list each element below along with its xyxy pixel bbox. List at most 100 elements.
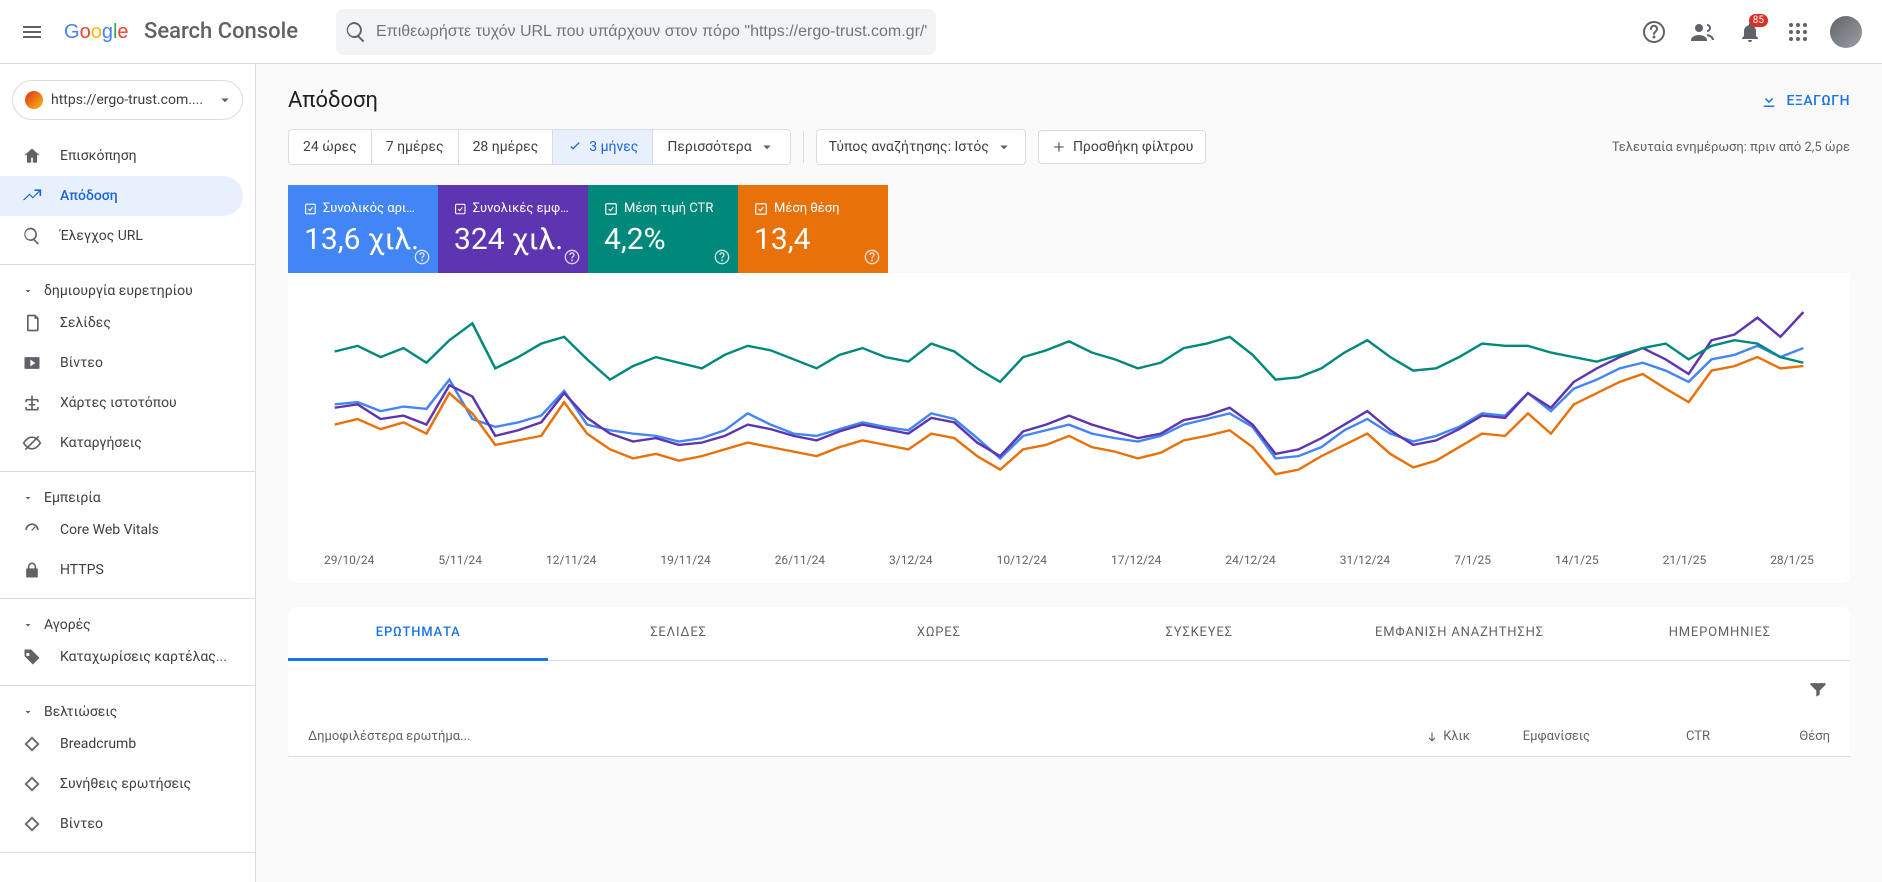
table-tab-1[interactable]: ΣΕΛΙΔΕΣ: [548, 607, 808, 660]
sidebar: https://ergo-trust.com.... Επισκόπηση Από…: [0, 64, 256, 882]
x-axis-label: 14/1/25: [1555, 553, 1599, 567]
apps-button[interactable]: [1778, 12, 1818, 52]
sidebar-item-exp-1[interactable]: HTTPS: [0, 550, 243, 590]
x-axis-label: 26/11/24: [775, 553, 825, 567]
sidebar-item-index-1[interactable]: Βίντεο: [0, 343, 243, 383]
table-tab-3[interactable]: ΣΥΣΚΕΥΕΣ: [1069, 607, 1329, 660]
x-axis-label: 24/12/24: [1225, 553, 1275, 567]
search-type-chip[interactable]: Τύπος αναζήτησης: Ιστός: [816, 129, 1026, 165]
sidebar-item-label: Core Web Vitals: [60, 522, 159, 538]
caret-down-icon: [995, 138, 1013, 156]
checkbox-checked-icon: [604, 202, 618, 216]
nav-section-indexing[interactable]: δημιουργία ευρετηρίου: [0, 273, 255, 303]
table-tabs: ΕΡΩΤΗΜΑΤΑΣΕΛΙΔΕΣΧΩΡΕΣΣΥΣΚΕΥΕΣΕΜΦΑΝΙΣΗ ΑΝ…: [288, 607, 1850, 661]
kpi-card-3[interactable]: Μέση θέση13,4: [738, 185, 888, 273]
date-range-0[interactable]: 24 ώρες: [289, 130, 372, 164]
sitemap-icon: [22, 393, 42, 413]
add-filter-button[interactable]: Προσθήκη φίλτρου: [1038, 130, 1206, 164]
notifications-button[interactable]: 85: [1730, 12, 1770, 52]
sidebar-item-enh-1[interactable]: Συνήθεις ερωτήσεις: [0, 764, 243, 804]
lock-icon: [22, 560, 42, 580]
kpi-card-1[interactable]: Συνολικές εμφαν...324 χιλ.: [438, 185, 588, 273]
table-filter-button[interactable]: [1798, 669, 1838, 709]
diamond-icon: [22, 814, 42, 834]
checkbox-checked-icon: [304, 202, 317, 216]
table-tab-2[interactable]: ΧΩΡΕΣ: [809, 607, 1069, 660]
users-button[interactable]: [1682, 12, 1722, 52]
check-icon: [567, 139, 583, 155]
caret-down-icon: [22, 619, 34, 631]
checkbox-checked-icon: [454, 202, 467, 216]
help-button[interactable]: [1634, 12, 1674, 52]
nav-section-shopping[interactable]: Αγορές: [0, 607, 255, 637]
menu-icon: [20, 20, 44, 44]
property-url: https://ergo-trust.com....: [51, 92, 208, 108]
kpi-card-2[interactable]: Μέση τιμή CTR4,2%: [588, 185, 738, 273]
table-tab-5[interactable]: ΗΜΕΡΟΜΗΝΙΕΣ: [1590, 607, 1850, 660]
column-header-position[interactable]: Θέση: [1710, 729, 1830, 744]
kpi-label: Συνολικές εμφαν...: [473, 201, 572, 216]
x-axis-label: 12/11/24: [546, 553, 596, 567]
column-header-clicks[interactable]: Κλικ: [1350, 729, 1470, 744]
caret-down-icon: [22, 706, 34, 718]
url-inspect-search-box[interactable]: [336, 9, 936, 55]
sidebar-item-index-0[interactable]: Σελίδες: [0, 303, 243, 343]
date-range-1[interactable]: 7 ημέρες: [372, 130, 459, 164]
date-range-more[interactable]: Περισσότερα: [653, 130, 789, 164]
x-axis-label: 19/11/24: [660, 553, 710, 567]
pages-icon: [22, 313, 42, 333]
download-icon: [1760, 92, 1778, 110]
sidebar-item-shop-0[interactable]: Καταχωρίσεις καρτέλας...: [0, 637, 243, 677]
nav-section-experience[interactable]: Εμπειρία: [0, 480, 255, 510]
sidebar-item-index-3[interactable]: Καταργήσεις: [0, 423, 243, 463]
export-button[interactable]: ΕΞΑΓΩΓΗ: [1760, 92, 1850, 110]
date-range-3[interactable]: 3 μήνες: [553, 130, 653, 164]
sidebar-item-top-2[interactable]: Έλεγχος URL: [0, 216, 243, 256]
date-range-2[interactable]: 28 ημέρες: [459, 130, 554, 164]
kpi-label: Συνολικός αριθμ...: [323, 201, 422, 216]
sidebar-item-label: Breadcrumb: [60, 736, 136, 752]
diamond-icon: [22, 734, 42, 754]
people-icon: [1690, 20, 1714, 44]
help-icon: [714, 249, 730, 265]
search-icon: [344, 20, 368, 44]
arrow-down-icon: [1425, 730, 1439, 744]
kpi-label: Μέση θέση: [774, 201, 839, 216]
performance-chart-card: 29/10/245/11/2412/11/2419/11/2426/11/243…: [288, 273, 1850, 583]
removals-icon: [22, 433, 42, 453]
home-icon: [22, 146, 42, 166]
sidebar-item-label: Βίντεο: [60, 355, 103, 371]
hamburger-menu-button[interactable]: [8, 8, 56, 56]
column-header-ctr[interactable]: CTR: [1590, 729, 1710, 744]
date-range-segmented: 24 ώρες7 ημέρες28 ημέρες3 μήνεςΠερισσότε…: [288, 129, 791, 165]
account-avatar[interactable]: [1826, 12, 1866, 52]
caret-down-icon: [216, 91, 234, 109]
notification-badge: 85: [1749, 14, 1768, 27]
last-updated-text: Τελευταία ενημέρωση: πριν από 2,5 ώρε: [1612, 140, 1850, 155]
url-inspect-input[interactable]: [368, 23, 928, 41]
sidebar-item-enh-2[interactable]: Βίντεο: [0, 804, 243, 844]
sidebar-item-enh-0[interactable]: Breadcrumb: [0, 724, 243, 764]
column-header-query[interactable]: Δημοφιλέστερα ερωτήμα...: [308, 729, 1350, 744]
nav-section-enhancements[interactable]: Βελτιώσεις: [0, 694, 255, 724]
kpi-card-0[interactable]: Συνολικός αριθμ...13,6 χιλ.: [288, 185, 438, 273]
google-search-console-logo[interactable]: Google Search Console: [56, 19, 306, 44]
filters-row: 24 ώρες7 ημέρες28 ημέρες3 μήνεςΠερισσότε…: [288, 129, 1850, 177]
x-axis-label: 5/11/24: [438, 553, 482, 567]
sidebar-item-label: Χάρτες ιστοτόπου: [60, 395, 177, 411]
column-header-impressions[interactable]: Εμφανίσεις: [1470, 729, 1590, 744]
sidebar-item-index-2[interactable]: Χάρτες ιστοτόπου: [0, 383, 243, 423]
sidebar-item-label: Βίντεο: [60, 816, 103, 832]
sidebar-item-label: Καταχωρίσεις καρτέλας...: [60, 649, 227, 665]
diamond-icon: [22, 774, 42, 794]
sidebar-item-label: Σελίδες: [60, 315, 111, 331]
sidebar-item-top-0[interactable]: Επισκόπηση: [0, 136, 243, 176]
svg-text:Google: Google: [64, 21, 129, 43]
table-tab-0[interactable]: ΕΡΩΤΗΜΑΤΑ: [288, 607, 548, 661]
sidebar-item-top-1[interactable]: Απόδοση: [0, 176, 243, 216]
sidebar-item-label: Απόδοση: [60, 188, 118, 204]
performance-line-chart[interactable]: [296, 289, 1842, 549]
table-tab-4[interactable]: ΕΜΦΑΝΙΣΗ ΑΝΑΖΗΤΗΣΗΣ: [1329, 607, 1589, 660]
property-selector[interactable]: https://ergo-trust.com....: [12, 80, 243, 120]
sidebar-item-exp-0[interactable]: Core Web Vitals: [0, 510, 243, 550]
